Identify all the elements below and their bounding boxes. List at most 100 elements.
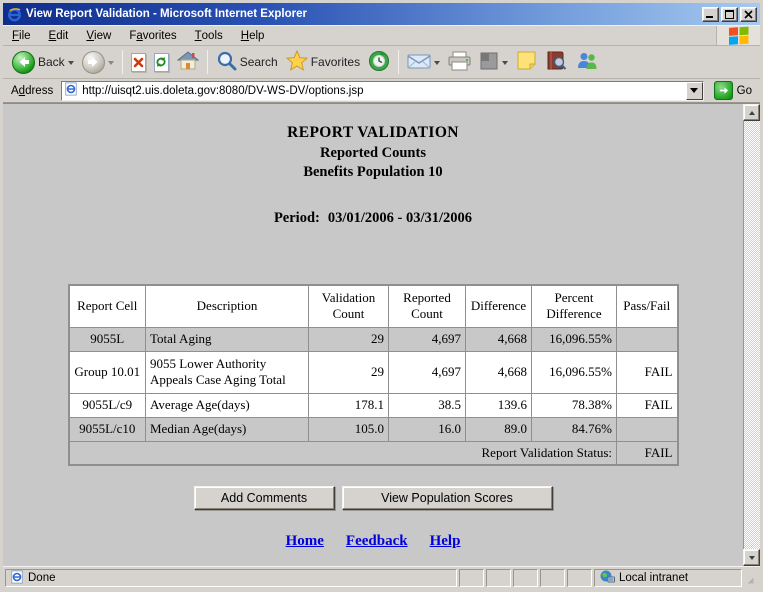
mail-button[interactable] [403,50,444,75]
period-label: Period: [274,210,320,226]
pass-fail-cell: FAIL [617,393,678,417]
menu-edit[interactable]: Edit [40,26,78,45]
reported-count-cell: 4,697 [389,351,466,393]
menu-tools[interactable]: Tools [186,26,232,45]
home-link[interactable]: Home [286,533,324,550]
menu-help[interactable]: Help [232,26,274,45]
toolbar-separator [122,50,123,74]
research-button[interactable] [541,48,571,76]
report-cell: 9055L/c10 [69,417,146,441]
menu-item-text: V [86,30,94,42]
security-zone-pane: Local intranet [594,569,742,587]
validation-status-label: Report Validation Status: [69,441,617,465]
address-url: http://uisqt2.uis.doleta.gov:8080/DV-WS-… [78,85,685,97]
security-zone-text: Local intranet [619,572,688,584]
scroll-up-icon [749,108,755,115]
difference-cell: 4,668 [466,351,532,393]
status-text: Done [28,572,56,584]
notes-icon [516,50,537,74]
stop-button[interactable] [127,51,150,74]
col-header-validation-count: Validation Count [309,285,389,327]
validation-count-cell: 178.1 [309,393,389,417]
edit-button[interactable] [475,49,512,76]
scrollbar-track[interactable] [743,121,760,549]
footer-links: Home Feedback Help [3,533,743,550]
scroll-down-button[interactable] [743,549,760,566]
menu-item-text: T [195,30,202,42]
scroll-up-button[interactable] [743,104,760,121]
address-bar: Address http://uisqt2.uis.doleta.gov:808… [3,79,760,103]
navigation-toolbar: Back [3,46,760,79]
page-body: REPORT VALIDATION Reported Counts Benefi… [3,104,743,566]
period-line: Period:03/01/2006 - 03/31/2006 [3,210,743,227]
address-dropdown-button[interactable] [686,82,703,100]
menu-bar: File Edit View Favorites Tools Help [3,25,760,46]
forward-icon [82,51,105,74]
help-link[interactable]: Help [430,533,461,550]
print-icon [448,51,471,74]
toolbar-separator [207,50,208,74]
back-dropdown-icon [68,61,74,68]
address-input[interactable]: http://uisqt2.uis.doleta.gov:8080/DV-WS-… [61,81,703,101]
status-pane [486,569,511,587]
scroll-down-icon [749,556,755,563]
intranet-globe-icon [599,570,615,587]
history-button[interactable] [364,48,394,77]
feedback-link[interactable]: Feedback [346,533,408,550]
menu-view[interactable]: View [77,26,120,45]
reported-count-cell: 4,697 [389,327,466,351]
search-icon [216,50,237,74]
menu-file[interactable]: File [3,26,40,45]
window-title: View Report Validation - Microsoft Inter… [26,8,700,20]
refresh-button[interactable] [150,51,173,74]
address-label-text: dress [25,85,53,97]
add-comments-button[interactable]: Add Comments [194,486,335,510]
print-button[interactable] [444,49,475,76]
go-button[interactable]: Go [710,81,756,100]
view-population-scores-button[interactable]: View Population Scores [342,486,553,510]
forward-button[interactable] [78,49,118,76]
status-pane [513,569,538,587]
percent-difference-cell: 84.76% [532,417,617,441]
minimize-button[interactable] [702,7,719,22]
go-label: Go [737,85,752,97]
resize-grip[interactable] [744,569,758,587]
windows-logo [716,26,760,45]
notes-button[interactable] [512,48,541,76]
vertical-scrollbar[interactable] [743,104,760,566]
maximize-button[interactable] [721,7,738,22]
table-row: Group 10.01 9055 Lower Authority Appeals… [69,351,678,393]
address-label-text: A [11,85,19,97]
menu-item-text: F [12,30,19,42]
back-label: Back [38,55,65,69]
pass-fail-cell [617,417,678,441]
favorites-button[interactable]: Favorites [282,48,364,76]
difference-cell: 4,668 [466,327,532,351]
search-label: Search [240,55,278,69]
description-cell: Median Age(days) [146,417,309,441]
messenger-button[interactable] [571,49,603,76]
col-header-percent-difference: Percent Difference [532,285,617,327]
percent-difference-cell: 16,096.55% [532,351,617,393]
col-header-difference: Difference [466,285,532,327]
page-title: REPORT VALIDATION [3,124,743,142]
go-arrow-icon [714,81,733,100]
forward-dropdown-icon [108,61,114,68]
edit-dropdown-icon [502,61,508,68]
validation-count-cell: 29 [309,351,389,393]
title-bar: View Report Validation - Microsoft Inter… [3,3,760,25]
status-page-icon [10,570,24,587]
edit-icon [479,51,499,74]
home-icon [177,51,199,74]
home-button[interactable] [173,49,203,76]
report-cell: 9055L [69,327,146,351]
menu-favorites[interactable]: Favorites [120,26,185,45]
back-button[interactable]: Back [8,49,78,76]
table-row: 9055L Total Aging 29 4,697 4,668 16,096.… [69,327,678,351]
toolbar-separator [398,50,399,74]
action-buttons: Add Comments View Population Scores [3,486,743,510]
close-button[interactable] [740,7,757,22]
favorites-label: Favorites [311,55,360,69]
search-button[interactable]: Search [212,48,282,76]
report-validation-table: Report Cell Description Validation Count… [68,284,679,466]
